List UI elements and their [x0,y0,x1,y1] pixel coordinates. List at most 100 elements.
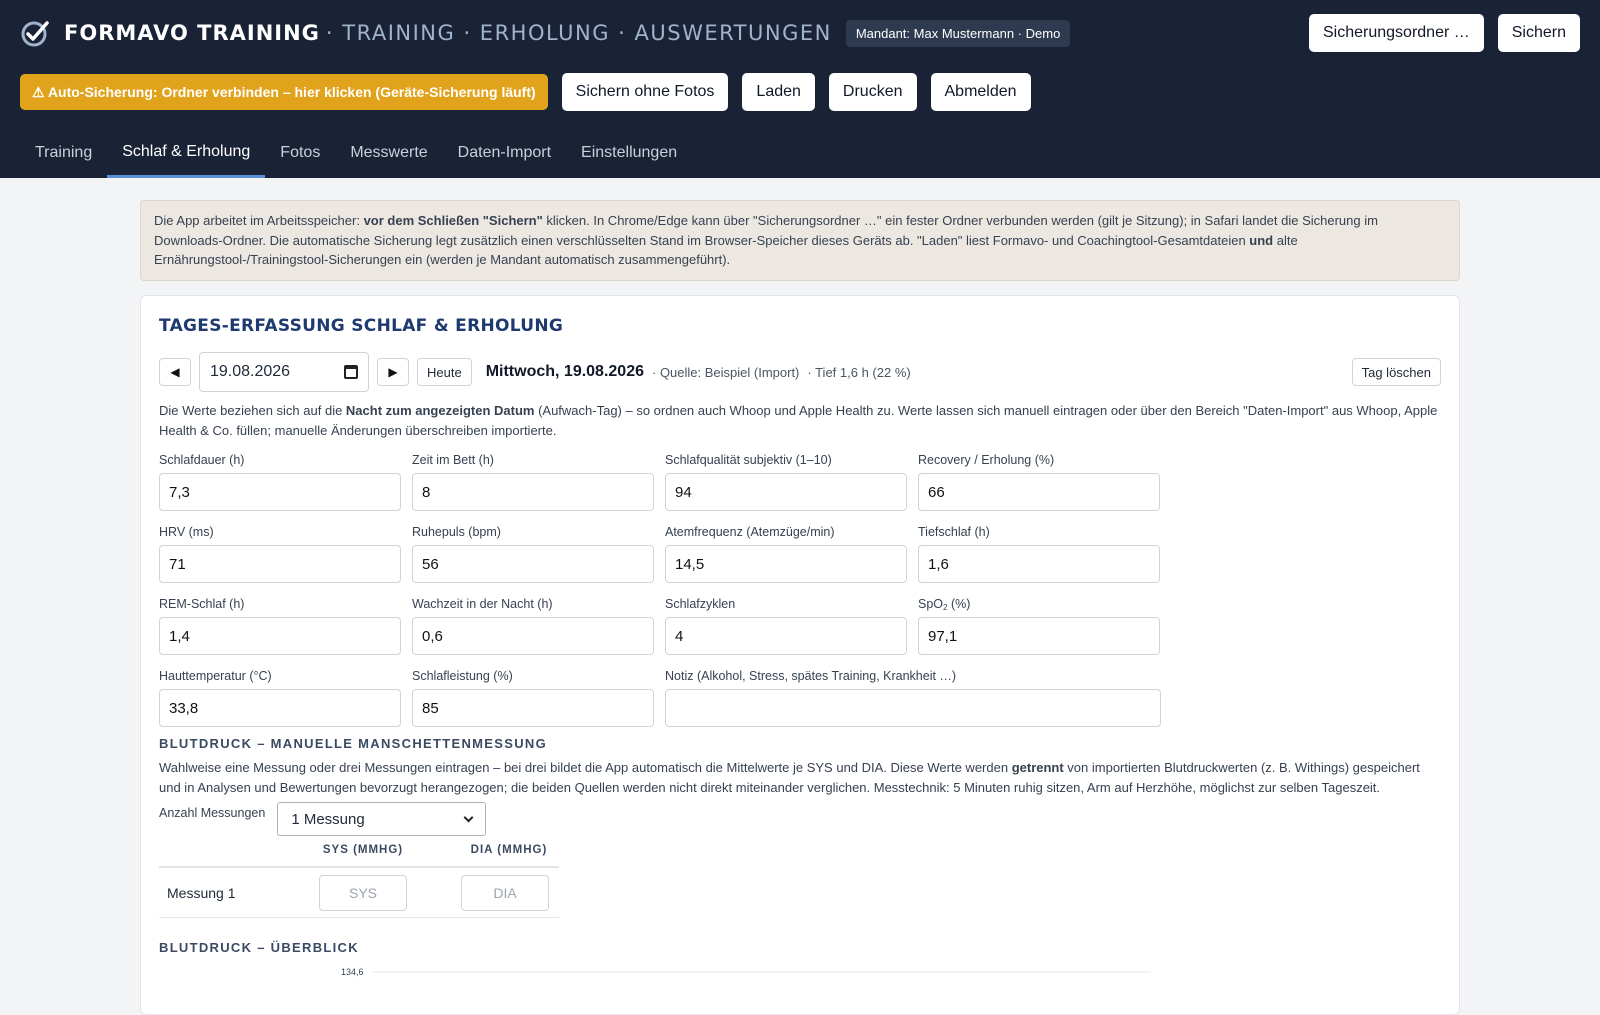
top-right-actions: Sicherungsordner … Sichern [1309,14,1580,52]
tab-settings[interactable]: Einstellungen [566,128,692,178]
sleep-performance-input[interactable]: 85 [412,689,654,727]
backup-folder-button[interactable]: Sicherungsordner … [1309,14,1484,52]
field-resting-pulse: Ruhepuls (bpm) 56 [412,525,654,583]
skin-temperature-input[interactable]: 33,8 [159,689,401,727]
next-day-button[interactable]: ▶ [377,358,409,386]
header-gap [413,844,459,866]
deep-sleep-meta: · Tief 1,6 h (22 %) [807,364,911,380]
resting-pulse-input[interactable]: 56 [412,545,654,583]
date-input-value: 19.08.2026 [210,363,291,380]
daily-entry-card: TAGES-ERFASSUNG SCHLAF & ERHOLUNG ◀ 19.0… [140,295,1460,1015]
logout-button[interactable]: Abmelden [930,73,1031,111]
field-label: Schlafdauer (h) [159,453,245,467]
field-label: Notiz (Alkohol, Stress, spätes Training,… [665,669,957,683]
measurement-row-label: Messung 1 [167,884,236,901]
action-bar: ⚠ Auto-Sicherung: Ordner verbinden – hie… [20,73,1031,111]
info-text: Die App arbeitet im Arbeitsspeicher: [154,213,364,228]
field-label: Atemfrequenz (Atemzüge/min) [665,525,835,539]
date-navigation: ◀ 19.08.2026 ▶ Heute Mittwoch, 19.08.202… [159,352,1441,392]
bp-overview-chart: 134,6 [341,968,1151,977]
field-label: Schlafzyklen [665,597,736,611]
spo2-unit: (%) [947,597,971,611]
field-label: SpO2 (%) [918,597,1160,617]
field-label: Recovery / Erholung (%) [918,453,1055,467]
chevron-down-icon [463,812,474,822]
bp-manual-heading: BLUTDRUCK – MANUELLE MANSCHETTENMESSUNG [159,736,547,751]
field-label: Wachzeit in der Nacht (h) [412,597,553,611]
brand-tagline: · TRAINING · ERHOLUNG · AUSWERTUNGEN [325,21,832,45]
field-recovery: Recovery / Erholung (%) 66 [918,453,1160,511]
field-respiratory-rate: Atemfrequenz (Atemzüge/min) 14,5 [665,525,907,583]
hrv-input[interactable]: 71 [159,545,401,583]
bp-overview-heading: BLUTDRUCK – ÜBERBLICK [159,940,359,955]
description-text: Wahlweise eine Messung oder drei Messung… [159,760,1012,775]
field-sleep-cycles: Schlafzyklen 4 [665,597,907,655]
col-dia-header: DIA (MMHG) [470,844,548,856]
main-tabs: Training Schlaf & Erholung Fotos Messwer… [20,128,692,178]
field-label: HRV (ms) [159,525,214,539]
sys-input[interactable]: SYS [319,874,407,911]
save-button[interactable]: Sichern [1497,14,1580,52]
field-awake-time: Wachzeit in der Nacht (h) 0,6 [412,597,654,655]
logo-icon [21,21,49,47]
save-without-photos-button[interactable]: Sichern ohne Fotos [561,73,729,111]
field-label: Ruhepuls (bpm) [412,525,501,539]
field-skin-temperature: Hauttemperatur (°C) 33,8 [159,669,401,727]
info-notice: Die App arbeitet im Arbeitsspeicher: vor… [140,200,1460,281]
triangle-right-icon: ▶ [388,365,398,379]
field-label: Zeit im Bett (h) [412,453,494,467]
top-bar: FORMAVO TRAINING · TRAINING · ERHOLUNG ·… [20,14,1580,52]
field-sleep-duration: Schlafdauer (h) 7,3 [159,453,401,511]
y-tick-label: 134,6 [341,968,364,977]
respiratory-rate-input[interactable]: 14,5 [665,545,907,583]
tab-training[interactable]: Training [20,128,107,178]
field-note: Notiz (Alkohol, Stress, spätes Training,… [665,669,1161,727]
field-sleep-performance: Schlafleistung (%) 85 [412,669,654,727]
field-sleep-quality: Schlafqualität subjektiv (1–10) 94 [665,453,907,511]
col-sys-header: SYS (MMHG) [322,844,404,856]
date-input[interactable]: 19.08.2026 [199,352,369,392]
measurement-count-row: Anzahl Messungen 1 Messung [159,802,487,836]
field-rem-sleep: REM-Schlaf (h) 1,4 [159,597,401,655]
delete-day-button[interactable]: Tag löschen [1351,358,1441,386]
print-button[interactable]: Drucken [828,73,917,111]
spo2-label: SpO [918,597,944,611]
load-button[interactable]: Laden [742,73,815,111]
field-label: Tiefschlaf (h) [918,525,990,539]
tab-photos[interactable]: Fotos [265,128,335,178]
select-value: 1 Messung [291,810,365,828]
awake-time-input[interactable]: 0,6 [412,617,654,655]
spo2-input[interactable]: 97,1 [918,617,1160,655]
field-hrv: HRV (ms) 71 [159,525,401,583]
field-label: Schlafleistung (%) [412,669,513,683]
tab-data-import[interactable]: Daten-Import [443,128,566,178]
measurement-count-select[interactable]: 1 Messung [277,802,487,836]
card-title: TAGES-ERFASSUNG SCHLAF & ERHOLUNG [159,316,564,336]
note-input[interactable] [665,689,1161,727]
bp-table: SYS (MMHG) DIA (MMHG) Messung 1 SYS DIA [159,844,559,918]
field-deep-sleep: Tiefschlaf (h) 1,6 [918,525,1160,583]
field-label: REM-Schlaf (h) [159,597,245,611]
table-row: Messung 1 SYS DIA [159,868,559,918]
rem-sleep-input[interactable]: 1,4 [159,617,401,655]
today-button[interactable]: Heute [417,358,472,386]
sleep-duration-input[interactable]: 7,3 [159,473,401,511]
description-text-bold: Nacht zum angezeigten Datum [345,403,535,418]
info-text-bold: vor dem Schließen "Sichern" [363,213,543,228]
sleep-quality-input[interactable]: 94 [665,473,907,511]
sleep-cycles-input[interactable]: 4 [665,617,907,655]
prev-day-button[interactable]: ◀ [159,358,191,386]
tab-sleep-recovery[interactable]: Schlaf & Erholung [107,128,266,178]
dia-input[interactable]: DIA [461,874,549,911]
tab-measurements[interactable]: Messwerte [335,128,442,178]
measurement-count-label: Anzahl Messungen [159,806,266,820]
day-label: Mittwoch, 19.08.2026 [485,363,644,380]
time-in-bed-input[interactable]: 8 [412,473,654,511]
auto-backup-warning-button[interactable]: ⚠ Auto-Sicherung: Ordner verbinden – hie… [20,74,548,110]
entry-description: Die Werte beziehen sich auf die Nacht zu… [159,401,1441,440]
bp-table-header: SYS (MMHG) DIA (MMHG) [159,844,559,868]
header-spacer [159,844,313,866]
recovery-input[interactable]: 66 [918,473,1160,511]
deep-sleep-input[interactable]: 1,6 [918,545,1160,583]
calendar-icon[interactable] [344,365,358,379]
